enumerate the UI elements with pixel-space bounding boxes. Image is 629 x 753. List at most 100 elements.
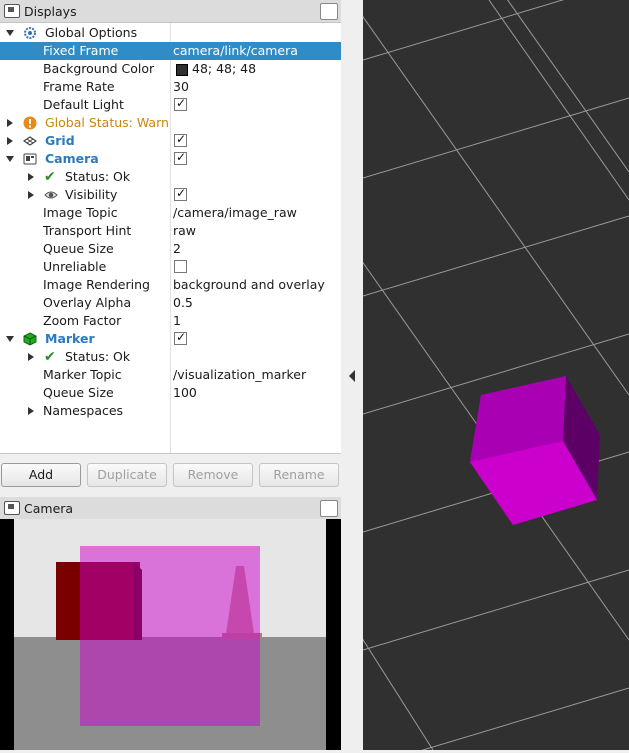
- grid-icon: [23, 136, 37, 146]
- expand-arrow-icon[interactable]: [7, 137, 13, 145]
- expand-arrow-icon[interactable]: [28, 191, 34, 199]
- row-value[interactable]: camera/link/camera: [173, 42, 298, 60]
- row-label: Status: Ok: [65, 169, 131, 184]
- row-label: Default Light: [43, 97, 124, 112]
- tree-row-overlay-alpha[interactable]: Overlay Alpha 0.5: [0, 294, 341, 312]
- display-tree[interactable]: Global Options Fixed Frame camera/link/c…: [0, 23, 341, 454]
- row-label: Unreliable: [43, 259, 107, 274]
- camera-panel: Camera: [0, 497, 341, 750]
- render-3d-view[interactable]: [102, 0, 629, 753]
- panel-splitter[interactable]: [341, 0, 363, 750]
- float-button[interactable]: [320, 3, 338, 20]
- camera-titlebar: Camera: [0, 497, 341, 520]
- tree-row-camera-status[interactable]: ✔ Status: Ok: [0, 168, 341, 186]
- expand-arrow-icon[interactable]: [6, 30, 14, 36]
- duplicate-button[interactable]: Duplicate: [87, 463, 167, 487]
- default-light-checkbox[interactable]: ✓: [174, 96, 187, 111]
- row-value[interactable]: 30: [173, 78, 189, 96]
- row-label: Overlay Alpha: [43, 295, 132, 310]
- tree-row-marker-topic[interactable]: Marker Topic /visualization_marker: [0, 366, 341, 384]
- row-label: Grid: [45, 133, 75, 148]
- tree-row-fixed-frame[interactable]: Fixed Frame camera/link/camera: [0, 42, 341, 60]
- expand-arrow-icon[interactable]: [28, 173, 34, 181]
- row-label: Image Rendering: [43, 277, 150, 292]
- displays-titlebar: Displays: [0, 0, 341, 23]
- camera-title: Camera: [24, 501, 74, 516]
- grid-checkbox[interactable]: ✓: [174, 132, 187, 147]
- marker-checkbox[interactable]: ✓: [174, 330, 187, 345]
- expand-arrow-icon[interactable]: [28, 407, 34, 415]
- tree-row-marker-status[interactable]: ✔ Status: Ok: [0, 348, 341, 366]
- tree-row-frame-rate[interactable]: Frame Rate 30: [0, 78, 341, 96]
- displays-title: Displays: [24, 4, 77, 19]
- tree-row-namespaces[interactable]: Namespaces: [0, 402, 341, 420]
- add-button[interactable]: Add: [1, 463, 81, 487]
- tree-row-image-rendering[interactable]: Image Rendering background and overlay: [0, 276, 341, 294]
- row-label: Frame Rate: [43, 79, 115, 94]
- expand-arrow-icon[interactable]: [6, 156, 14, 162]
- eye-icon: [44, 191, 58, 199]
- checkmark-icon: ✓: [176, 96, 187, 110]
- tree-row-marker-queue-size[interactable]: Queue Size 100: [0, 384, 341, 402]
- camera-checkbox[interactable]: ✓: [174, 150, 187, 165]
- gear-icon: [24, 27, 36, 39]
- row-label: Camera: [45, 151, 99, 166]
- row-value[interactable]: /camera/image_raw: [173, 204, 297, 222]
- tree-row-background-color[interactable]: Background Color 48; 48; 48: [0, 60, 341, 78]
- camera-icon: [23, 153, 37, 165]
- row-label: Background Color: [43, 61, 155, 76]
- row-label: Image Topic: [43, 205, 118, 220]
- tree-row-marker[interactable]: Marker ✓: [0, 330, 341, 348]
- row-label: Namespaces: [43, 403, 124, 418]
- checkmark-icon: ✓: [176, 132, 187, 146]
- tree-row-visibility[interactable]: Visibility ✓: [0, 186, 341, 204]
- camera-image: [0, 519, 341, 750]
- row-label: Marker: [45, 331, 95, 346]
- expand-arrow-icon[interactable]: [6, 336, 14, 342]
- tree-row-camera[interactable]: Camera ✓: [0, 150, 341, 168]
- tree-row-default-light[interactable]: Default Light ✓: [0, 96, 341, 114]
- row-label: Fixed Frame: [43, 43, 119, 58]
- tree-row-queue-size[interactable]: Queue Size 2: [0, 240, 341, 258]
- rename-button[interactable]: Rename: [259, 463, 339, 487]
- cube-icon: [23, 332, 37, 346]
- checkmark-icon: ✔: [44, 169, 56, 185]
- tree-row-global-status[interactable]: Global Status: Warn: [0, 114, 341, 132]
- checkmark-icon: ✓: [176, 186, 187, 200]
- monitor-icon: [4, 4, 20, 18]
- tree-row-global-options[interactable]: Global Options: [0, 24, 341, 42]
- camera-image-view[interactable]: [0, 519, 341, 750]
- remove-button[interactable]: Remove: [173, 463, 253, 487]
- warning-icon: [23, 116, 37, 130]
- row-value[interactable]: /visualization_marker: [173, 366, 306, 384]
- expand-arrow-icon[interactable]: [7, 119, 13, 127]
- tree-row-grid[interactable]: Grid ✓: [0, 132, 341, 150]
- tree-row-unreliable[interactable]: Unreliable: [0, 258, 341, 276]
- tree-row-image-topic[interactable]: Image Topic /camera/image_raw: [0, 204, 341, 222]
- row-value[interactable]: 1: [173, 312, 181, 330]
- tree-row-transport-hint[interactable]: Transport Hint raw: [0, 222, 341, 240]
- row-label: Queue Size: [43, 385, 114, 400]
- 3d-scene: [102, 0, 629, 753]
- row-value[interactable]: 0.5: [173, 294, 193, 312]
- row-value[interactable]: 100: [173, 384, 197, 402]
- tree-row-zoom-factor[interactable]: Zoom Factor 1: [0, 312, 341, 330]
- row-value[interactable]: 2: [173, 240, 181, 258]
- row-value[interactable]: 48; 48; 48: [192, 60, 256, 78]
- expand-arrow-icon[interactable]: [28, 353, 34, 361]
- float-button[interactable]: [320, 500, 338, 517]
- row-label: Status: Ok: [65, 349, 131, 364]
- visibility-checkbox[interactable]: ✓: [174, 186, 187, 201]
- camera-icon: [4, 501, 20, 515]
- displays-panel: Displays Global Options Fixed Frame came…: [0, 0, 341, 495]
- row-label: Zoom Factor: [43, 313, 122, 328]
- row-label: Queue Size: [43, 241, 114, 256]
- collapse-arrow-icon[interactable]: [341, 0, 363, 750]
- unreliable-checkbox[interactable]: [174, 260, 187, 273]
- row-label: Global Status: Warn: [45, 115, 169, 130]
- checkmark-icon: ✓: [176, 150, 187, 164]
- row-value[interactable]: raw: [173, 222, 196, 240]
- color-swatch[interactable]: [176, 64, 188, 76]
- checkmark-icon: ✔: [44, 349, 56, 365]
- row-value[interactable]: background and overlay: [173, 276, 325, 294]
